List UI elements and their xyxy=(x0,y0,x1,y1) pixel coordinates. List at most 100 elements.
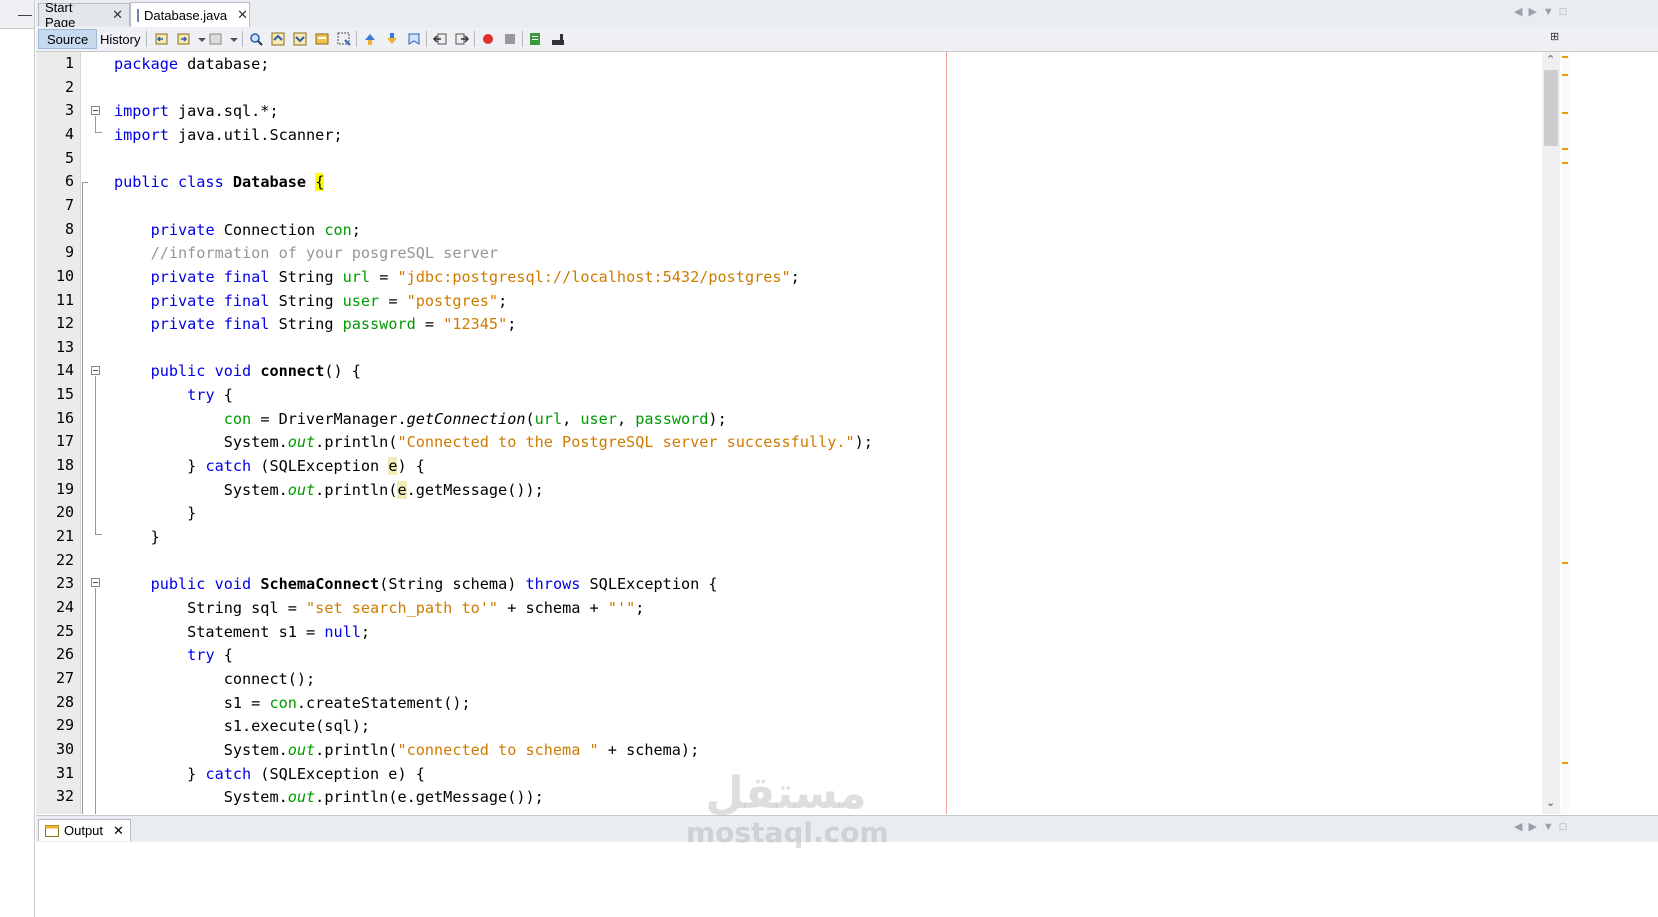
code-line[interactable]: public void connect() { xyxy=(114,361,361,381)
code-line[interactable]: import java.util.Scanner; xyxy=(114,125,343,145)
history-button[interactable]: History xyxy=(92,29,148,49)
code-token: public void xyxy=(150,362,252,381)
stripe-mark[interactable] xyxy=(1562,162,1568,164)
last-edit-icon[interactable] xyxy=(208,31,224,47)
code-line[interactable]: } catch (SQLException e) { xyxy=(114,456,425,476)
stop-macro-icon[interactable] xyxy=(502,31,518,47)
line-number: 14 xyxy=(55,361,74,380)
code-line[interactable]: } xyxy=(114,503,196,523)
prev-bookmark-icon[interactable] xyxy=(362,31,378,47)
forward-icon[interactable] xyxy=(176,31,192,47)
code-line[interactable]: connect(); xyxy=(114,669,315,689)
close-icon[interactable]: ✕ xyxy=(113,823,124,839)
code-line[interactable]: private final String url = "jdbc:postgre… xyxy=(114,267,800,287)
back-icon[interactable] xyxy=(154,31,170,47)
code-token: throws xyxy=(525,575,581,594)
error-stripe[interactable] xyxy=(1561,52,1569,814)
code-token: private final xyxy=(150,267,270,286)
tab-scroll-arrows-icon[interactable]: ◀▶▼□ xyxy=(1514,5,1572,18)
output-tab-controls-icon[interactable]: ◀▶▼□ xyxy=(1514,820,1572,833)
code-line[interactable]: System.out.println(e.getMessage()); xyxy=(114,480,544,500)
next-bookmark-icon[interactable] xyxy=(384,31,400,47)
stripe-mark[interactable] xyxy=(1562,148,1568,150)
split-editor-icon[interactable]: ⊞ xyxy=(1550,30,1565,43)
code-line[interactable]: public void SchemaConnect(String schema)… xyxy=(114,574,718,594)
code-line[interactable]: s1 = con.createStatement(); xyxy=(114,693,471,713)
code-token: private final xyxy=(150,315,270,334)
uncomment-icon[interactable] xyxy=(550,31,566,47)
code-editor[interactable]: 1 2 3 4 5 6 7 8 9 10 11 12 13 14 15 16 17 18 19 20 21 22 23 24 2… xyxy=(36,52,1658,814)
line-number: 10 xyxy=(55,266,74,285)
stripe-mark[interactable] xyxy=(1562,56,1568,58)
find-previous-icon[interactable] xyxy=(270,31,286,47)
stripe-mark[interactable] xyxy=(1562,762,1568,764)
code-line[interactable]: //information of your posgreSQL server xyxy=(114,243,498,263)
code-token: System. xyxy=(114,788,288,807)
code-line[interactable]: private final String password = "12345"; xyxy=(114,314,517,334)
code-token: out xyxy=(287,740,316,759)
code-token: String xyxy=(269,291,343,310)
fold-toggle-icon[interactable] xyxy=(91,578,100,587)
find-next-icon[interactable] xyxy=(292,31,308,47)
fold-toggle-icon[interactable] xyxy=(91,106,100,115)
line-number: 1 xyxy=(64,54,74,72)
select-icon[interactable] xyxy=(336,31,352,47)
code-token: import xyxy=(114,125,169,144)
code-line[interactable]: con = DriverManager.getConnection(url, u… xyxy=(114,409,727,429)
code-line[interactable]: String sql = "set search_path to'" + sch… xyxy=(114,598,644,618)
close-icon[interactable]: ✕ xyxy=(112,7,123,23)
code-line[interactable]: try { xyxy=(114,645,233,665)
vertical-scrollbar[interactable]: ⌃ ⌄ xyxy=(1542,52,1560,814)
source-button[interactable]: Source xyxy=(38,29,98,49)
code-token: out xyxy=(287,433,316,452)
shift-left-icon[interactable] xyxy=(432,31,448,47)
code-line[interactable]: public class Database { xyxy=(114,172,325,192)
line-number: 3 xyxy=(64,101,74,120)
code-token: (SQLException xyxy=(251,457,389,476)
code-line[interactable]: package database; xyxy=(114,54,269,74)
code-line[interactable]: private final String user = "postgres"; xyxy=(114,291,508,311)
editor-toolbar: Source History ⊞ xyxy=(36,27,1658,52)
line-number: 23 xyxy=(55,574,74,593)
minimize-icon[interactable]: — xyxy=(18,6,32,22)
last-edit-dropdown-icon[interactable] xyxy=(226,31,242,47)
code-token: private xyxy=(150,220,215,239)
code-token: try xyxy=(187,386,215,405)
code-token: "postgres" xyxy=(406,291,499,310)
code-token: password xyxy=(342,315,416,334)
code-token: Connection xyxy=(214,220,325,239)
stripe-mark[interactable] xyxy=(1562,74,1568,76)
shift-right-icon[interactable] xyxy=(454,31,470,47)
code-line[interactable]: private Connection con; xyxy=(114,220,361,240)
stripe-mark[interactable] xyxy=(1562,562,1568,564)
code-lines[interactable]: package database; import java.sql.*; impor… xyxy=(114,52,1618,814)
code-line[interactable]: System.out.println("Connected to the Pos… xyxy=(114,432,873,452)
toggle-highlight-icon[interactable] xyxy=(314,31,330,47)
code-line[interactable]: } xyxy=(114,527,160,547)
tab-start-page[interactable]: Start Page ✕ xyxy=(38,0,130,30)
scrollbar-thumb[interactable] xyxy=(1544,70,1558,146)
start-macro-icon[interactable] xyxy=(480,31,496,47)
code-line[interactable]: } catch (SQLException e) { xyxy=(114,764,425,784)
code-line[interactable]: System.out.println(e.getMessage()); xyxy=(114,787,544,807)
comment-icon[interactable] xyxy=(528,31,544,47)
code-line[interactable]: System.out.println("connected to schema … xyxy=(114,740,700,760)
toggle-bookmark-icon[interactable] xyxy=(406,31,422,47)
code-line[interactable]: import java.sql.*; xyxy=(114,101,279,121)
code-line[interactable]: Statement s1 = null; xyxy=(114,622,370,642)
code-line[interactable]: s1.execute(sql); xyxy=(114,716,370,736)
code-token: s1.execute(sql); xyxy=(114,717,371,736)
stripe-mark[interactable] xyxy=(1562,112,1568,114)
code-line[interactable]: try { xyxy=(114,385,233,405)
line-number: 32 xyxy=(55,787,74,806)
scroll-down-icon[interactable]: ⌄ xyxy=(1546,796,1555,809)
find-icon[interactable] xyxy=(248,31,264,47)
line-number: 5 xyxy=(64,148,74,167)
line-number-gutter: 1 2 3 4 5 6 7 8 9 10 11 12 13 14 15 16 17 18 19 20 21 22 23 24 2… xyxy=(36,52,81,814)
close-icon[interactable]: ✕ xyxy=(237,7,248,23)
code-token: ) { xyxy=(397,457,425,476)
output-tab[interactable]: Output ✕ xyxy=(38,819,131,841)
fold-toggle-icon[interactable] xyxy=(91,366,100,375)
tab-database-java[interactable]: Database.java ✕ xyxy=(130,2,250,27)
scroll-up-icon[interactable]: ⌃ xyxy=(1546,53,1555,66)
